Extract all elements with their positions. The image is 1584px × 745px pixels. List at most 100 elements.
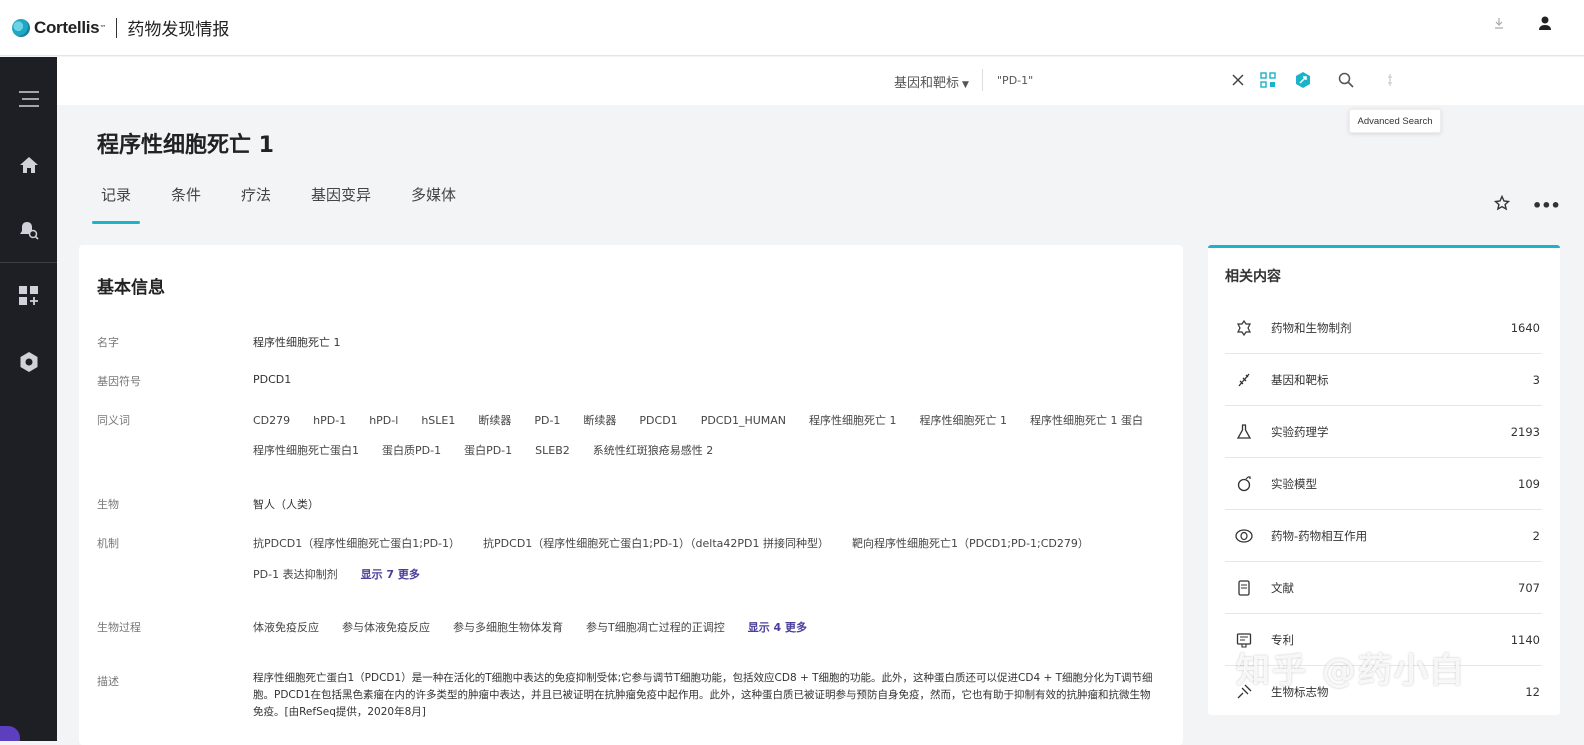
flask-icon [1235, 423, 1253, 441]
search-scope-label: 基因和靶标 [894, 76, 960, 91]
tab-conditions[interactable]: 条件 [162, 184, 210, 224]
related-item-count: 2193 [1510, 424, 1540, 439]
related-item-pharmacology[interactable]: 实验药理学 2193 [1225, 406, 1542, 458]
synonym-chip: CD279 [253, 413, 291, 427]
alert-search-icon[interactable] [0, 210, 57, 250]
related-item-label: 实验药理学 [1271, 424, 1329, 439]
mechanism-chip: PD-1 表达抑制剂 [253, 568, 338, 581]
synonym-chip: 程序性细胞死亡 1 [919, 414, 1008, 427]
download-icon[interactable] [1490, 14, 1508, 32]
logo[interactable]: Cortellis ™ [12, 18, 106, 38]
symbol-value: PDCD1 [253, 373, 292, 386]
synonym-chip: hPD-1 [313, 413, 347, 427]
mechanism-chip: 抗PDCD1（程序性细胞死亡蛋白1;PD-1） [253, 537, 461, 550]
organism-label: 生物 [97, 498, 119, 511]
tab-multimedia[interactable]: 多媒体 [402, 184, 465, 224]
header-divider [116, 17, 118, 38]
synonym-chip: hSLE1 [421, 413, 456, 427]
synonyms-row-2: 程序性细胞死亡蛋白1 蛋白质PD-1 蛋白PD-1 SLEB2 系统性红斑狼疮易… [253, 442, 736, 458]
mechanism-label: 机制 [97, 537, 119, 550]
synonym-chip: 蛋白质PD-1 [382, 444, 442, 457]
ai-search-icon[interactable] [1293, 70, 1313, 90]
related-item-genes[interactable]: 基因和靶标 3 [1225, 354, 1542, 406]
model-icon [1235, 475, 1253, 493]
page-title: 程序性细胞死亡 1 [97, 133, 274, 158]
menu-icon[interactable] [0, 79, 57, 119]
tab-gene-variants[interactable]: 基因变异 [302, 184, 380, 224]
description-text: 程序性细胞死亡蛋白1（PDCD1）是一种在活化的T细胞中表达的免疫抑制受体;它参… [253, 672, 1153, 718]
synonym-chip: PDCD1_HUMAN [700, 413, 787, 427]
settings-hex-icon[interactable] [0, 342, 57, 382]
related-item-count: 3 [1532, 372, 1540, 387]
clear-icon[interactable] [1228, 70, 1248, 90]
related-item-interactions[interactable]: 药物-药物相互作用 2 [1225, 510, 1542, 562]
more-options-icon[interactable]: ••• [1532, 196, 1561, 215]
advanced-search-icon[interactable] [1380, 70, 1400, 90]
user-icon[interactable] [1536, 14, 1554, 32]
synonym-chip: SLEB2 [535, 443, 570, 457]
gene-icon [1235, 371, 1253, 389]
synonym-chip: PDCD1 [639, 413, 678, 427]
process-label: 生物过程 [97, 621, 141, 634]
mechanism-chip: 抗PDCD1（程序性细胞死亡蛋白1;PD-1）（delta42PD1 拼接同种型… [483, 537, 830, 550]
description-label: 描述 [97, 675, 119, 688]
related-content-title: 相关内容 [1225, 269, 1281, 285]
search-scope-dropdown[interactable]: 基因和靶标 ▼ [894, 72, 969, 91]
related-item-label: 药物-药物相互作用 [1271, 528, 1368, 543]
synonym-chip: 断续器 [478, 414, 512, 427]
name-label: 名字 [97, 336, 119, 349]
name-value: 程序性细胞死亡 1 [253, 336, 341, 349]
nav-divider [0, 262, 57, 263]
app-title: 药物发现情报 [127, 20, 230, 40]
left-nav [0, 57, 57, 741]
synonym-chip: PD-1 [534, 413, 561, 427]
synonym-chip: 程序性细胞死亡 1 [809, 414, 897, 427]
related-item-literature[interactable]: 文献 707 [1225, 562, 1542, 614]
synonym-chip: 程序性细胞死亡蛋白1 [253, 444, 359, 457]
synonym-chip: 断续器 [583, 414, 617, 427]
search-icon[interactable] [1336, 70, 1356, 90]
search-bar: 基因和靶标 ▼ "PD-1" [57, 57, 1584, 105]
mechanism-show-more-link[interactable]: 显示 7 更多 [361, 566, 420, 582]
organism-value: 智人（人类） [253, 498, 319, 511]
related-item-label: 药物和生物制剂 [1271, 320, 1352, 335]
related-item-count: 707 [1518, 580, 1540, 595]
mechanism-row-1: 抗PDCD1（程序性细胞死亡蛋白1;PD-1） 抗PDCD1（程序性细胞死亡蛋白… [253, 535, 1112, 551]
synonym-chip: 系统性红斑狼疮易感性 2 [592, 444, 714, 457]
literature-icon [1235, 579, 1253, 597]
synonym-chip: hPD-l [369, 413, 399, 427]
symbol-label: 基因符号 [97, 375, 141, 388]
related-item-count: 2 [1532, 528, 1540, 543]
basic-info-card: 基本信息 名字 程序性细胞死亡 1 基因符号 PDCD1 同义词 CD279 h… [79, 245, 1183, 745]
mechanism-chip: 靶向程序性细胞死亡1（PDCD1;PD-1;CD279） [852, 537, 1089, 550]
basic-info-title: 基本信息 [97, 278, 165, 298]
related-item-label: 实验模型 [1271, 476, 1317, 491]
related-item-count: 109 [1518, 476, 1540, 491]
caret-down-icon: ▼ [962, 80, 969, 90]
process-chip: 体液免疫反应 [253, 621, 319, 634]
related-item-drugs[interactable]: 药物和生物制剂 1640 [1225, 302, 1542, 354]
search-divider [982, 69, 983, 91]
tab-record[interactable]: 记录 [92, 184, 140, 224]
advanced-search-tooltip: Advanced Search [1349, 109, 1441, 133]
watermark: 知乎 @药小白 [1236, 651, 1466, 691]
synonym-chip: 程序性细胞死亡 1 蛋白 [1030, 414, 1144, 427]
related-item-count: 12 [1525, 685, 1540, 699]
structure-search-icon[interactable] [1258, 70, 1278, 90]
dashboard-add-icon[interactable] [0, 276, 57, 316]
top-header: Cortellis ™ 药物发现情报 [0, 0, 1584, 56]
process-row: 体液免疫反应 参与体液免疫反应 参与多细胞生物体发育 参与T细胞凋亡过程的正调控… [253, 619, 807, 635]
search-input[interactable]: "PD-1" [997, 74, 1033, 87]
home-icon[interactable] [0, 145, 57, 185]
process-chip: 参与体液免疫反应 [342, 621, 430, 634]
related-item-count: 1640 [1510, 320, 1540, 335]
related-item-count: 1140 [1510, 632, 1540, 647]
drug-icon [1235, 319, 1253, 337]
tab-bar: 记录 条件 疗法 基因变异 多媒体 [92, 184, 465, 224]
process-chip: 参与T细胞凋亡过程的正调控 [586, 621, 725, 634]
pin-icon[interactable] [1493, 194, 1511, 215]
tab-therapies[interactable]: 疗法 [232, 184, 280, 224]
process-show-more-link[interactable]: 显示 4 更多 [748, 619, 807, 635]
related-item-models[interactable]: 实验模型 109 [1225, 458, 1542, 510]
interaction-icon [1235, 527, 1253, 545]
